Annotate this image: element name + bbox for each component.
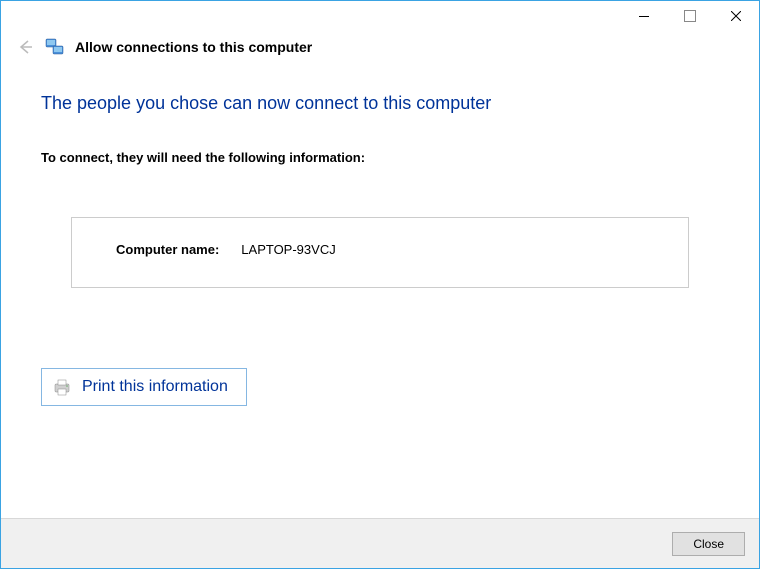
back-button [15, 37, 35, 57]
dialog-footer: Close [1, 518, 759, 568]
computer-info-box: Computer name: LAPTOP-93VCJ [71, 217, 689, 288]
minimize-button[interactable] [621, 1, 667, 31]
computer-name-value: LAPTOP-93VCJ [241, 242, 335, 257]
computer-name-label: Computer name: [116, 242, 219, 257]
window-close-button[interactable] [713, 1, 759, 31]
header-title: Allow connections to this computer [75, 39, 312, 55]
content-area: The people you chose can now connect to … [1, 65, 759, 406]
main-heading: The people you chose can now connect to … [41, 93, 719, 114]
remote-access-icon [45, 37, 65, 57]
close-button[interactable]: Close [672, 532, 745, 556]
printer-icon [52, 377, 72, 397]
dialog-window: Allow connections to this computer The p… [0, 0, 760, 569]
print-button[interactable]: Print this information [41, 368, 247, 406]
header-row: Allow connections to this computer [1, 31, 759, 65]
instruction-text: To connect, they will need the following… [41, 150, 719, 165]
maximize-button [667, 1, 713, 31]
back-arrow-icon [16, 38, 34, 56]
titlebar-buttons [621, 1, 759, 31]
titlebar [1, 1, 759, 31]
print-button-label: Print this information [82, 378, 228, 396]
close-icon [731, 11, 741, 21]
